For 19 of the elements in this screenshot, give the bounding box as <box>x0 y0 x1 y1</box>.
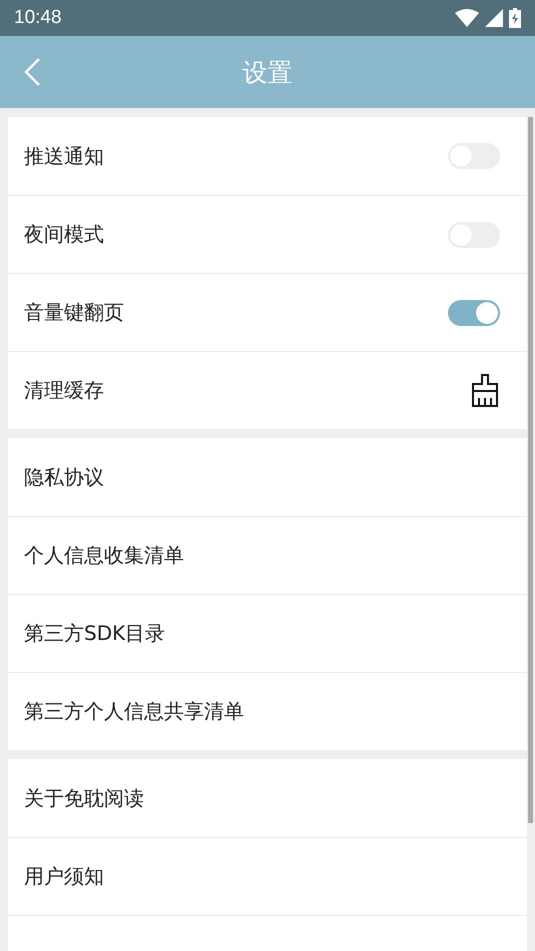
broom-icon[interactable] <box>470 374 500 408</box>
signal-icon <box>485 9 503 27</box>
settings-item[interactable]: 第三方个人信息共享清单 <box>24 698 244 725</box>
settings-item[interactable]: 用户须知 <box>24 863 104 890</box>
settings-item[interactable]: 关于免耽阅读 <box>24 784 144 812</box>
toggle-switch[interactable] <box>448 143 500 169</box>
settings-item[interactable]: 夜间模式 <box>24 221 104 248</box>
settings-item[interactable]: 清理缓存 <box>24 377 104 404</box>
wifi-icon <box>455 9 479 27</box>
status-time: 10:48 <box>14 7 62 29</box>
settings-item[interactable]: 隐私协议 <box>24 464 104 490</box>
page-title: 设置 <box>242 56 292 88</box>
toggle-switch[interactable] <box>448 222 500 248</box>
battery-icon <box>509 8 521 28</box>
settings-item[interactable]: 音量键翻页 <box>24 299 124 326</box>
settings-item[interactable]: 推送通知 <box>24 142 104 170</box>
settings-item[interactable]: 第三方SDK目录 <box>24 620 166 647</box>
toggle-switch[interactable] <box>448 300 500 326</box>
settings-item[interactable]: 个人信息收集清单 <box>24 542 184 569</box>
